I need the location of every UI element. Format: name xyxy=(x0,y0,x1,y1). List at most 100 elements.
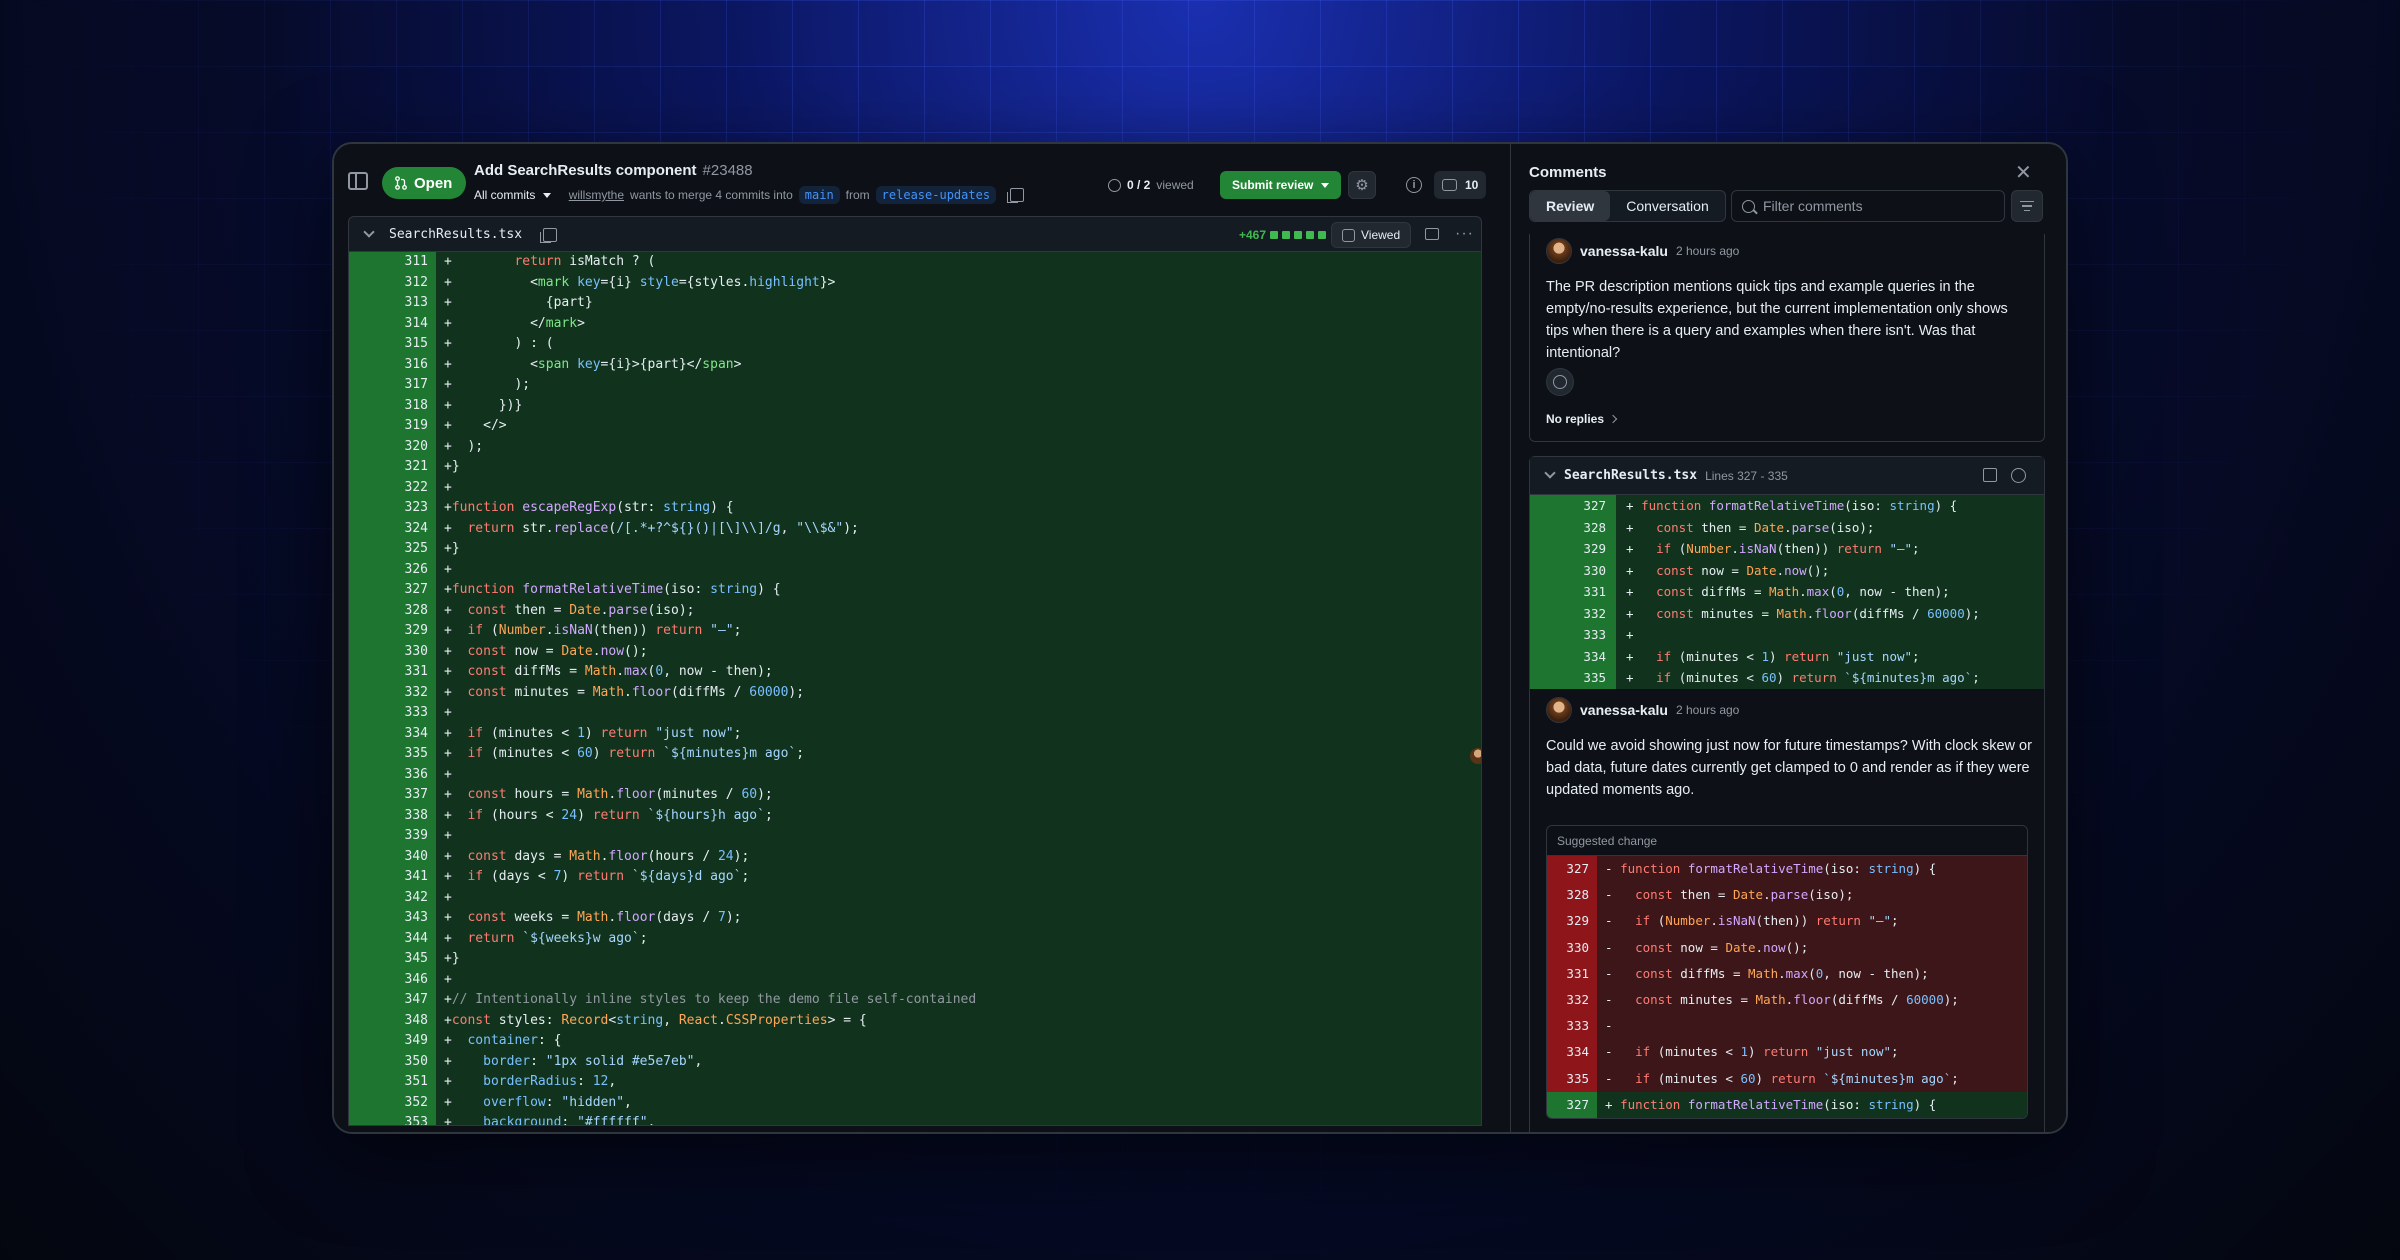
diff-line[interactable]: 350 + border: "1px solid #e5e7eb", xyxy=(349,1051,1481,1072)
diff-line[interactable]: 348 +const styles: Record<string, React.C… xyxy=(349,1010,1481,1031)
diff-line[interactable]: 341 + if (days < 7) return `${days}d ago`… xyxy=(349,867,1481,888)
new-line-number[interactable]: 313 xyxy=(386,293,436,314)
new-line-number[interactable]: 322 xyxy=(386,477,436,498)
avatar[interactable] xyxy=(1546,238,1572,264)
diff-line[interactable]: 321 +} xyxy=(349,457,1481,478)
diff-line[interactable]: 320 + ); xyxy=(349,436,1481,457)
new-line-number[interactable]: 314 xyxy=(386,313,436,334)
new-line-number[interactable]: 331 xyxy=(386,662,436,683)
new-line-number[interactable]: 352 xyxy=(386,1092,436,1113)
head-branch[interactable]: release-updates xyxy=(875,186,997,204)
diff-line[interactable]: 330 + const now = Date.now(); xyxy=(349,641,1481,662)
commits-dropdown[interactable]: All commits xyxy=(474,188,551,202)
new-line-number[interactable]: 342 xyxy=(386,887,436,908)
new-line-number[interactable]: 345 xyxy=(386,949,436,970)
copy-icon[interactable] xyxy=(1007,188,1025,203)
new-line-number[interactable]: 335 xyxy=(386,744,436,765)
info-icon[interactable]: i xyxy=(1406,177,1422,193)
diff-line[interactable]: 336 + xyxy=(349,764,1481,785)
new-line-number[interactable]: 324 xyxy=(386,518,436,539)
diff-line[interactable]: 337 + const hours = Math.floor(minutes / … xyxy=(349,785,1481,806)
tab-conversation[interactable]: Conversation xyxy=(1610,191,1725,221)
new-line-number[interactable]: 346 xyxy=(386,969,436,990)
new-line-number[interactable]: 332 xyxy=(386,682,436,703)
diff-line[interactable]: 347 +// Intentionally inline styles to ke… xyxy=(349,990,1481,1011)
new-line-number[interactable]: 319 xyxy=(386,416,436,437)
author-name[interactable]: vanessa-kalu xyxy=(1580,702,1668,718)
diff-line[interactable]: 343 + const weeks = Math.floor(days / 7); xyxy=(349,908,1481,929)
new-line-number[interactable]: 339 xyxy=(386,826,436,847)
diff-line[interactable]: 323 +function escapeRegExp(str: string) { xyxy=(349,498,1481,519)
diff-line[interactable]: 349 + container: { xyxy=(349,1031,1481,1052)
diff-line[interactable]: 338 + if (hours < 24) return `${hours}h a… xyxy=(349,805,1481,826)
author-name[interactable]: vanessa-kalu xyxy=(1580,243,1668,259)
comments-toggle-button[interactable]: 10 xyxy=(1434,171,1487,199)
new-line-number[interactable]: 316 xyxy=(386,354,436,375)
new-line-number[interactable]: 338 xyxy=(386,805,436,826)
new-line-number[interactable]: 343 xyxy=(386,908,436,929)
diff-line[interactable]: 326 + xyxy=(349,559,1481,580)
diff-line[interactable]: 352 + overflow: "hidden", xyxy=(349,1092,1481,1113)
pr-author-link[interactable]: willsmythe xyxy=(569,188,624,202)
diff-line[interactable]: 319 + </> xyxy=(349,416,1481,437)
tab-review[interactable]: Review xyxy=(1530,191,1611,221)
diff-line[interactable]: 315 + ) : ( xyxy=(349,334,1481,355)
diff-line[interactable]: 332 + const minutes = Math.floor(diffMs /… xyxy=(349,682,1481,703)
new-line-number[interactable]: 351 xyxy=(386,1072,436,1093)
new-line-number[interactable]: 320 xyxy=(386,436,436,457)
add-reaction-button[interactable] xyxy=(1546,368,1574,396)
new-line-number[interactable]: 321 xyxy=(386,457,436,478)
new-line-number[interactable]: 317 xyxy=(386,375,436,396)
copy-icon[interactable] xyxy=(540,228,557,243)
new-line-number[interactable]: 325 xyxy=(386,539,436,560)
new-line-number[interactable]: 312 xyxy=(386,272,436,293)
new-line-number[interactable]: 349 xyxy=(386,1031,436,1052)
new-line-number[interactable]: 344 xyxy=(386,928,436,949)
diff-line[interactable]: 327 +function formatRelativeTime(iso: str… xyxy=(349,580,1481,601)
new-line-number[interactable]: 323 xyxy=(386,498,436,519)
diff-line[interactable]: 353 + background: "#ffffff", xyxy=(349,1113,1481,1125)
chevron-down-icon[interactable] xyxy=(363,226,375,238)
diff-line[interactable]: 325 +} xyxy=(349,539,1481,560)
new-line-number[interactable]: 326 xyxy=(386,559,436,580)
diff-line[interactable]: 339 + xyxy=(349,826,1481,847)
new-line-number[interactable]: 337 xyxy=(386,785,436,806)
diff-line[interactable]: 346 + xyxy=(349,969,1481,990)
close-icon[interactable]: ✕ xyxy=(2015,160,2032,185)
diff-line[interactable]: 311 + return isMatch ? ( xyxy=(349,252,1481,273)
new-line-number[interactable]: 311 xyxy=(386,252,436,273)
line-comment-marker[interactable]: 1 xyxy=(1470,746,1481,767)
diff-line[interactable]: 345 +} xyxy=(349,949,1481,970)
chevron-down-icon[interactable] xyxy=(1544,467,1556,479)
new-line-number[interactable]: 330 xyxy=(386,641,436,662)
diff-line[interactable]: 324 + return str.replace(/[.*+?^${}()|[\]… xyxy=(349,518,1481,539)
new-line-number[interactable]: 329 xyxy=(386,621,436,642)
new-line-number[interactable]: 341 xyxy=(386,867,436,888)
new-line-number[interactable]: 328 xyxy=(386,600,436,621)
settings-button[interactable]: ⚙ xyxy=(1348,171,1376,199)
new-line-number[interactable]: 327 xyxy=(386,580,436,601)
new-line-number[interactable]: 340 xyxy=(386,846,436,867)
viewed-checkbox[interactable]: Viewed xyxy=(1331,222,1412,248)
diff-line[interactable]: 313 + {part} xyxy=(349,293,1481,314)
new-line-number[interactable]: 348 xyxy=(386,1010,436,1031)
new-line-number[interactable]: 333 xyxy=(386,703,436,724)
new-line-number[interactable]: 353 xyxy=(386,1113,436,1125)
diff-line[interactable]: 322 + xyxy=(349,477,1481,498)
filter-button[interactable] xyxy=(2011,190,2043,222)
diff-line[interactable]: 318 + })} xyxy=(349,395,1481,416)
new-line-number[interactable]: 336 xyxy=(386,764,436,785)
diff-line[interactable]: 331 + const diffMs = Math.max(0, now - th… xyxy=(349,662,1481,683)
sidebar-toggle-icon[interactable] xyxy=(348,172,368,190)
diff-line[interactable]: 334 + if (minutes < 1) return "just now"; xyxy=(349,723,1481,744)
base-branch[interactable]: main xyxy=(798,186,840,204)
diff-line[interactable]: 328 + const then = Date.parse(iso); xyxy=(349,600,1481,621)
diff-line[interactable]: 342 + xyxy=(349,887,1481,908)
new-line-number[interactable]: 318 xyxy=(386,395,436,416)
new-line-number[interactable]: 334 xyxy=(386,723,436,744)
diff-line[interactable]: 351 + borderRadius: 12, xyxy=(349,1072,1481,1093)
diff-line[interactable]: 344 + return `${weeks}w ago`; xyxy=(349,928,1481,949)
kebab-icon[interactable]: ··· xyxy=(1455,225,1474,243)
filter-comments-input[interactable] xyxy=(1763,198,1983,214)
check-circle-icon[interactable] xyxy=(2011,468,2026,483)
